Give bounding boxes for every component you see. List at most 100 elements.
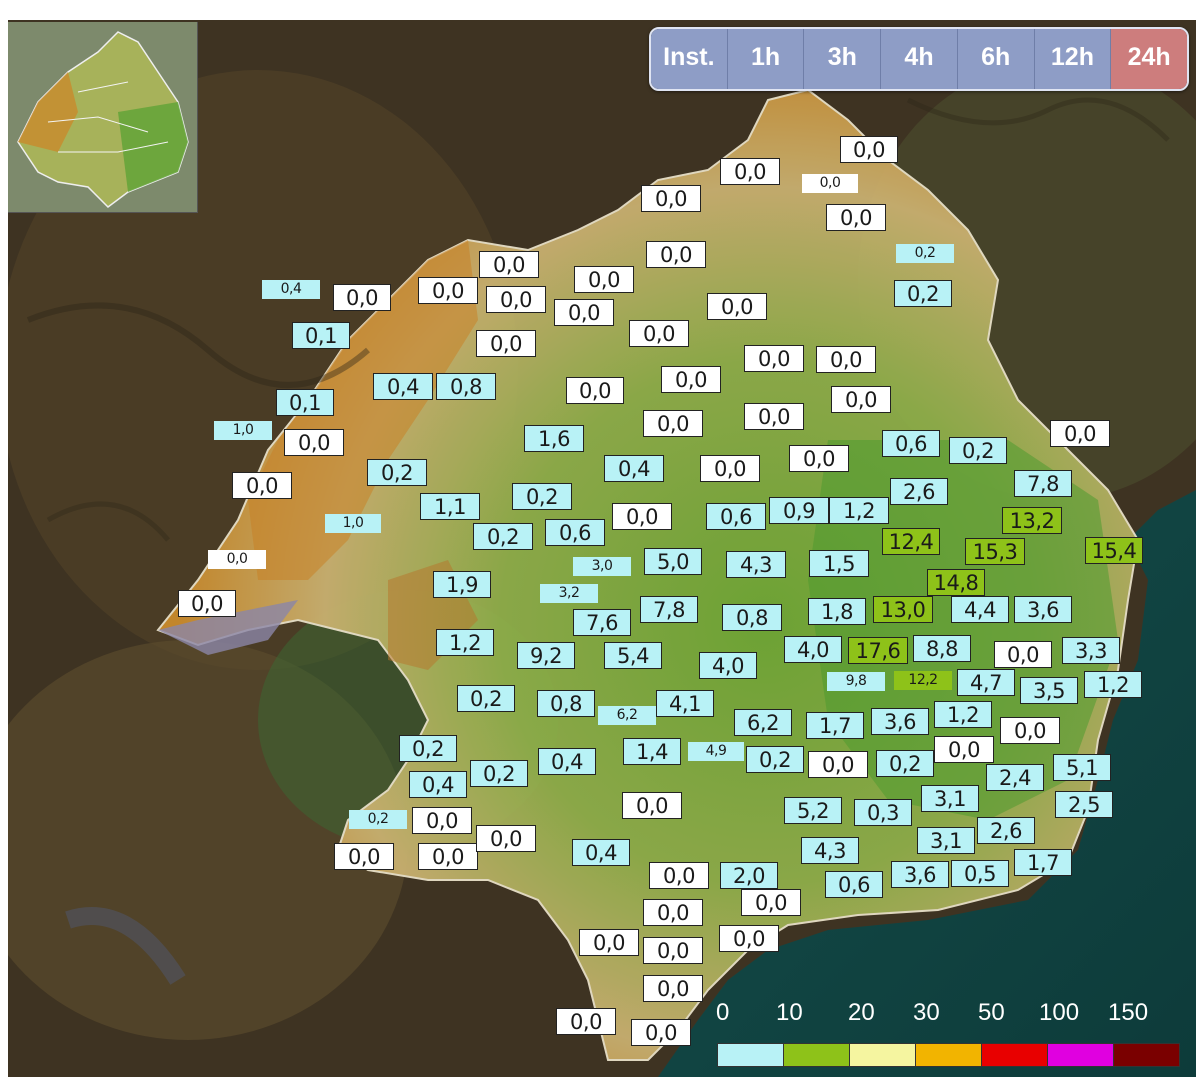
station-rainfall-label[interactable]: 0,2 (473, 523, 533, 550)
station-rainfall-label[interactable]: 0,2 (470, 760, 528, 787)
station-rainfall-label[interactable]: 0,2 (349, 810, 407, 829)
station-rainfall-label[interactable]: 0,0 (574, 266, 634, 293)
station-rainfall-label[interactable]: 0,0 (934, 736, 994, 763)
station-rainfall-label[interactable]: 0,2 (512, 483, 572, 510)
station-rainfall-label[interactable]: 1,5 (809, 550, 869, 577)
station-rainfall-label[interactable]: 1,2 (436, 629, 494, 656)
station-rainfall-label[interactable]: 1,1 (420, 493, 480, 520)
station-rainfall-label[interactable]: 0,2 (399, 735, 457, 762)
station-rainfall-label[interactable]: 0,0 (418, 277, 478, 304)
tab-3h[interactable]: 3h (804, 29, 882, 89)
station-rainfall-label[interactable]: 1,6 (524, 425, 584, 452)
station-rainfall-label[interactable]: 1,0 (214, 421, 272, 440)
station-rainfall-label[interactable]: 0,0 (178, 590, 236, 617)
station-rainfall-label[interactable]: 3,0 (573, 557, 631, 576)
station-rainfall-label[interactable]: 14,8 (927, 569, 985, 596)
station-rainfall-label[interactable]: 0,0 (643, 410, 703, 437)
station-rainfall-label[interactable]: 3,6 (1014, 596, 1072, 623)
station-rainfall-label[interactable]: 15,4 (1085, 537, 1143, 564)
station-rainfall-label[interactable]: 0,0 (744, 403, 804, 430)
station-rainfall-label[interactable]: 0,4 (604, 455, 664, 482)
station-rainfall-label[interactable]: 0,8 (436, 373, 496, 400)
station-rainfall-label[interactable]: 1,2 (829, 497, 889, 524)
station-rainfall-label[interactable]: 1,7 (806, 712, 864, 739)
station-rainfall-label[interactable]: 0,0 (643, 975, 703, 1002)
station-rainfall-label[interactable]: 2,0 (720, 862, 778, 889)
station-rainfall-label[interactable]: 1,7 (1014, 849, 1072, 876)
station-rainfall-label[interactable]: 4,4 (951, 596, 1009, 623)
station-rainfall-label[interactable]: 4,3 (801, 837, 859, 864)
station-rainfall-label[interactable]: 0,0 (700, 455, 760, 482)
station-rainfall-label[interactable]: 4,0 (784, 636, 842, 663)
station-rainfall-label[interactable]: 2,6 (977, 817, 1035, 844)
station-rainfall-label[interactable]: 7,6 (573, 609, 631, 636)
station-rainfall-label[interactable]: 3,1 (921, 785, 979, 812)
station-rainfall-label[interactable]: 3,1 (917, 827, 975, 854)
overview-inset-map[interactable] (8, 22, 198, 213)
station-rainfall-label[interactable]: 0,0 (808, 751, 868, 778)
station-rainfall-label[interactable]: 1,9 (433, 571, 491, 598)
station-rainfall-label[interactable]: 3,2 (540, 584, 598, 603)
station-rainfall-label[interactable]: 3,3 (1062, 637, 1120, 664)
station-rainfall-label[interactable]: 0,0 (994, 641, 1052, 668)
station-rainfall-label[interactable]: 7,8 (640, 596, 698, 623)
station-rainfall-label[interactable]: 0,0 (476, 330, 536, 357)
station-rainfall-label[interactable]: 9,2 (517, 642, 575, 669)
station-rainfall-label[interactable]: 1,8 (808, 598, 866, 625)
station-rainfall-label[interactable]: 0,0 (802, 174, 858, 193)
station-rainfall-label[interactable]: 0,2 (949, 437, 1007, 464)
station-rainfall-label[interactable]: 0,0 (840, 136, 898, 163)
station-rainfall-label[interactable]: 0,0 (826, 204, 886, 231)
station-rainfall-label[interactable]: 2,5 (1055, 791, 1113, 818)
station-rainfall-label[interactable]: 0,0 (554, 299, 614, 326)
station-rainfall-label[interactable]: 0,4 (409, 771, 467, 798)
station-rainfall-label[interactable]: 13,0 (873, 596, 933, 623)
station-rainfall-label[interactable]: 0,0 (556, 1008, 616, 1035)
station-rainfall-label[interactable]: 4,7 (957, 669, 1015, 696)
station-rainfall-label[interactable]: 7,8 (1014, 470, 1072, 497)
station-rainfall-label[interactable]: 3,6 (891, 861, 949, 888)
station-rainfall-label[interactable]: 4,9 (688, 742, 744, 761)
station-rainfall-label[interactable]: 1,4 (623, 738, 681, 765)
station-rainfall-label[interactable]: 0,2 (876, 750, 934, 777)
station-rainfall-label[interactable]: 0,2 (894, 280, 952, 307)
station-rainfall-label[interactable]: 3,5 (1020, 677, 1078, 704)
station-rainfall-label[interactable]: 0,0 (816, 346, 876, 373)
station-rainfall-label[interactable]: 6,2 (598, 706, 656, 725)
station-rainfall-label[interactable]: 0,0 (643, 899, 703, 926)
station-rainfall-label[interactable]: 0,4 (262, 280, 320, 299)
station-rainfall-label[interactable]: 0,1 (276, 389, 334, 416)
station-rainfall-label[interactable]: 1,2 (1084, 671, 1142, 698)
station-rainfall-label[interactable]: 0,0 (649, 862, 709, 889)
station-rainfall-label[interactable]: 0,0 (719, 925, 779, 952)
station-rainfall-label[interactable]: 0,0 (831, 386, 891, 413)
station-rainfall-label[interactable]: 0,0 (741, 889, 801, 916)
station-rainfall-label[interactable]: 0,0 (646, 241, 706, 268)
station-rainfall-label[interactable]: 0,0 (412, 807, 472, 834)
tab-12h[interactable]: 12h (1034, 29, 1112, 89)
station-rainfall-label[interactable]: 0,3 (854, 799, 912, 826)
station-rainfall-label[interactable]: 0,4 (373, 373, 433, 400)
station-rainfall-label[interactable]: 13,2 (1002, 507, 1062, 534)
station-rainfall-label[interactable]: 0,0 (479, 251, 539, 278)
station-rainfall-label[interactable]: 0,0 (1050, 420, 1110, 447)
station-rainfall-label[interactable]: 2,6 (890, 478, 948, 505)
station-rainfall-label[interactable]: 1,2 (934, 701, 992, 728)
station-rainfall-label[interactable]: 5,0 (644, 548, 702, 575)
station-rainfall-label[interactable]: 0,9 (769, 497, 829, 524)
tab-1h[interactable]: 1h (727, 29, 805, 89)
station-rainfall-label[interactable]: 12,2 (894, 671, 952, 690)
station-rainfall-label[interactable]: 0,0 (232, 472, 292, 499)
station-rainfall-label[interactable]: 5,2 (784, 797, 842, 824)
station-rainfall-label[interactable]: 0,0 (641, 185, 701, 212)
station-rainfall-label[interactable]: 0,0 (476, 825, 536, 852)
tab-4h[interactable]: 4h (881, 29, 958, 89)
station-rainfall-label[interactable]: 0,6 (706, 503, 766, 530)
station-rainfall-label[interactable]: 0,0 (208, 550, 266, 569)
station-rainfall-label[interactable]: 1,0 (325, 514, 381, 533)
station-rainfall-label[interactable]: 0,2 (746, 746, 804, 773)
station-rainfall-label[interactable]: 0,0 (284, 429, 344, 456)
station-rainfall-label[interactable]: 5,4 (604, 642, 662, 669)
station-rainfall-label[interactable]: 0,0 (661, 366, 721, 393)
station-rainfall-label[interactable]: 0,2 (367, 459, 427, 486)
